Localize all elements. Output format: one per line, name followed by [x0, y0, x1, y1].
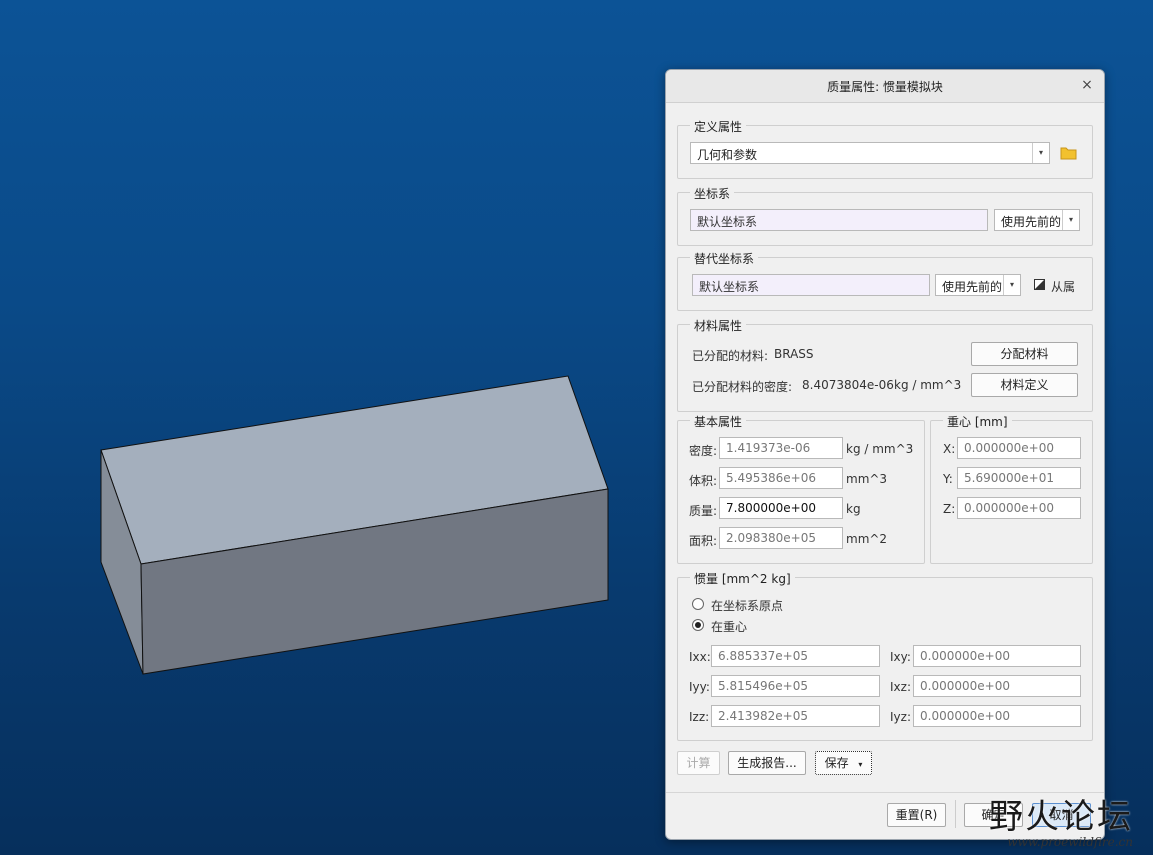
cog-x-field[interactable]: 0.000000e+00 [957, 437, 1081, 459]
dependent-toggle-icon[interactable] [1034, 279, 1045, 290]
ixz-field[interactable]: 0.000000e+00 [913, 675, 1081, 697]
alt-csys-legend: 替代坐标系 [690, 250, 759, 267]
dialog-titlebar[interactable]: 质量属性: 惯量模拟块 × [666, 70, 1104, 103]
density-label: 密度: [689, 444, 718, 458]
dialog-title: 质量属性: 惯量模拟块 [827, 80, 943, 94]
save-button-label: 保存 [824, 756, 849, 770]
alt-csys-field[interactable]: 默认坐标系 [692, 274, 930, 296]
density-field[interactable]: 1.419373e-06 [719, 437, 843, 459]
chevron-down-icon[interactable]: ▾ [858, 760, 862, 769]
volume-field[interactable]: 5.495386e+06 [719, 467, 843, 489]
material-legend: 材料属性 [690, 317, 747, 334]
inertia-legend: 惯量 [mm^2 kg] [690, 570, 795, 587]
csys-mode-value: 使用先前的 [1001, 215, 1062, 229]
dependent-label: 从属 [1051, 280, 1076, 294]
footer-button-divider [955, 800, 956, 828]
define-properties-group: 定义属性 几何和参数 ▾ [677, 118, 1093, 179]
assign-material-button[interactable]: 分配材料 [971, 342, 1078, 366]
close-icon[interactable]: × [1078, 76, 1096, 94]
compute-button[interactable]: 计算 [677, 751, 720, 775]
cog-legend: 重心 [mm] [943, 413, 1012, 430]
area-unit: mm^2 [846, 532, 888, 546]
inertia-group: 惯量 [mm^2 kg] 在坐标系原点 在重心 Ixx: 6.885337e+0… [677, 570, 1093, 741]
watermark-logo-text: 野火论坛 [989, 797, 1133, 837]
material-density-value: 8.4073804e-06 [802, 378, 894, 392]
footer-divider [666, 792, 1104, 793]
alt-csys-mode-value: 使用先前的 [942, 280, 1003, 294]
alt-csys-mode-select[interactable]: 使用先前的 ▾ [935, 274, 1021, 296]
chevron-down-icon[interactable]: ▾ [1003, 275, 1020, 295]
csys-group: 坐标系 默认坐标系 使用先前的 ▾ [677, 185, 1093, 246]
cog-z-field[interactable]: 0.000000e+00 [957, 497, 1081, 519]
define-method-value: 几何和参数 [697, 148, 758, 162]
iyy-label: Iyy: [689, 680, 710, 694]
cog-y-label: Y: [943, 472, 953, 486]
volume-unit: mm^3 [846, 472, 888, 486]
izz-label: Izz: [689, 710, 710, 724]
csys-mode-select[interactable]: 使用先前的 ▾ [994, 209, 1080, 231]
folder-icon[interactable] [1060, 146, 1077, 160]
iyy-field[interactable]: 5.815496e+05 [711, 675, 880, 697]
radio-center-of-gravity[interactable] [692, 619, 704, 631]
mass-unit: kg [846, 502, 861, 516]
save-button[interactable]: 保存 ▾ [815, 751, 872, 775]
ixx-field[interactable]: 6.885337e+05 [711, 645, 880, 667]
radio-center-of-gravity-label[interactable]: 在重心 [711, 618, 747, 635]
basic-legend: 基本属性 [690, 413, 747, 430]
cog-z-label: Z: [943, 502, 956, 516]
generate-report-button[interactable]: 生成报告... [728, 751, 806, 775]
radio-csys-origin-label[interactable]: 在坐标系原点 [711, 597, 783, 614]
assigned-material-value: BRASS [774, 347, 814, 361]
material-density-label: 已分配材料的密度: [692, 380, 793, 394]
define-method-select[interactable]: 几何和参数 ▾ [690, 142, 1050, 164]
material-group: 材料属性 已分配的材料: BRASS 已分配材料的密度: 8.4073804e-… [677, 317, 1093, 412]
density-unit: kg / mm^3 [846, 442, 914, 456]
csys-legend: 坐标系 [690, 185, 735, 202]
area-label: 面积: [689, 534, 718, 548]
ixz-label: Ixz: [890, 680, 911, 694]
reset-button[interactable]: 重置(R) [887, 803, 946, 827]
chevron-down-icon[interactable]: ▾ [1062, 210, 1079, 230]
mass-field[interactable]: 7.800000e+00 [719, 497, 843, 519]
csys-field[interactable]: 默认坐标系 [690, 209, 988, 231]
forum-watermark: 野火论坛 www.proewildfire.cn [989, 799, 1133, 849]
radio-csys-origin[interactable] [692, 598, 704, 610]
izz-field[interactable]: 2.413982e+05 [711, 705, 880, 727]
material-density-unit: kg / mm^3 [894, 378, 962, 392]
iyz-label: Iyz: [890, 710, 911, 724]
material-definition-button[interactable]: 材料定义 [971, 373, 1078, 397]
mass-properties-dialog: 质量属性: 惯量模拟块 × 定义属性 几何和参数 ▾ 坐标系 默认坐标系 使用先… [665, 69, 1105, 840]
chevron-down-icon[interactable]: ▾ [1032, 143, 1049, 163]
mass-label: 质量: [689, 504, 718, 518]
assigned-material-label: 已分配的材料: [692, 349, 769, 363]
center-of-gravity-group: 重心 [mm] X: 0.000000e+00 Y: 5.690000e+01 … [930, 413, 1093, 564]
alt-csys-group: 替代坐标系 默认坐标系 使用先前的 ▾ 从属 [677, 250, 1093, 311]
ixy-label: Ixy: [890, 650, 911, 664]
iyz-field[interactable]: 0.000000e+00 [913, 705, 1081, 727]
define-legend: 定义属性 [690, 118, 747, 135]
volume-label: 体积: [689, 474, 718, 488]
ixx-label: Ixx: [689, 650, 711, 664]
cog-x-label: X: [943, 442, 956, 456]
basic-properties-group: 基本属性 密度: 1.419373e-06 kg / mm^3 体积: 5.49… [677, 413, 925, 564]
watermark-url: www.proewildfire.cn [1007, 835, 1133, 849]
cog-y-field[interactable]: 5.690000e+01 [957, 467, 1081, 489]
area-field[interactable]: 2.098380e+05 [719, 527, 843, 549]
ixy-field[interactable]: 0.000000e+00 [913, 645, 1081, 667]
